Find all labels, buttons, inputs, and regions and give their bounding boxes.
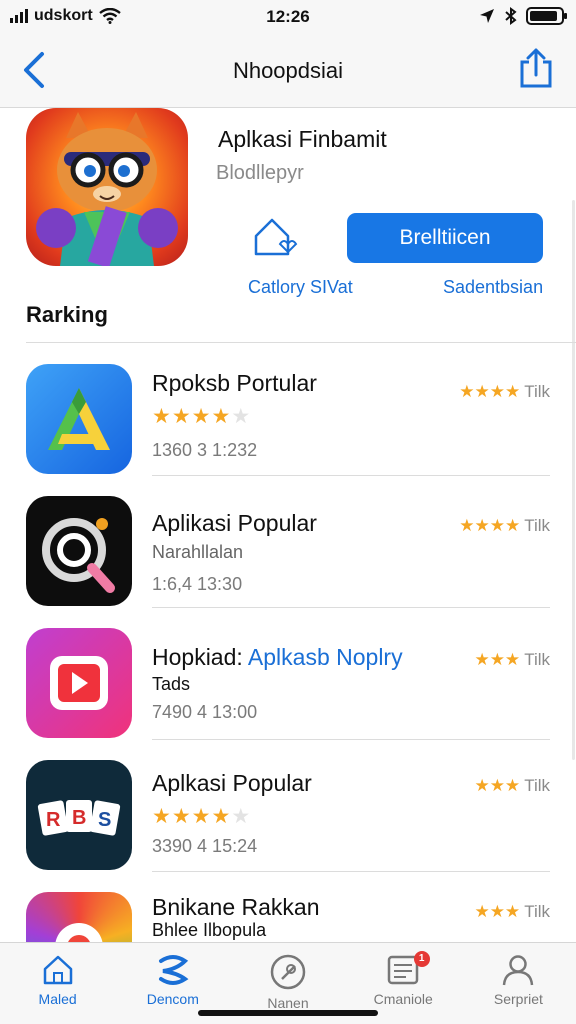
magnifier-icon [42,518,115,593]
home-indicator [198,1010,378,1016]
app-meta: 1360 3 1:232 [152,440,258,460]
app-icon-cards: R B S [26,760,132,870]
rating-text: Tilk [524,516,550,535]
app-icon-search [26,496,132,606]
app-name: Aplikasi Popular [152,510,317,536]
app-subtitle: Bhlee Ilbopula [152,920,267,940]
tab-account[interactable]: Serpriet [461,943,576,1024]
page-title: Nhoopdsiai [232,58,344,83]
rating-text: Tilk [524,902,550,921]
rating-text: Tilk [524,650,550,669]
list-item[interactable]: Aplikasi Popular Narahllalan 1:6,4 13:30… [0,476,576,608]
app-meta: 1:6,4 13:30 [152,574,243,594]
app-name-part1: Hopkiad: [152,644,243,670]
bluetooth-icon [505,7,517,25]
section-title: Rarking [26,302,108,327]
rating-summary: ★★★★ Tilk [459,516,550,536]
status-right [478,7,567,25]
cat-hero-icon [36,112,178,266]
svg-text:R: R [46,809,61,831]
rating-stars-small: ★★★ [474,776,521,795]
rating-text: Tilk [524,776,550,795]
app-meta: 3390 4 15:24 [152,836,258,856]
app-name: Hopkiad: Aplkasb Noplry [152,644,403,671]
svg-text:S: S [98,809,111,831]
rating-summary: ★★★ Tilk [474,776,550,796]
battery-icon [526,7,567,25]
rating-summary: ★★★ Tilk [474,650,550,670]
secondary-link[interactable]: Sadentbsian [443,277,543,298]
search-icon [270,954,306,990]
location-icon [480,9,494,23]
list-item[interactable]: R B S Aplkasi Popular ★★★★★ 3390 4 15:24… [0,740,576,872]
tab-home[interactable]: Maled [0,943,115,1024]
rating-summary: ★★★★ Tilk [459,382,550,402]
app-name: Aplkasi Popular [152,770,312,796]
app-icon-a [26,364,132,474]
house-heart-icon [254,218,298,256]
tab-label: Cmaniole [373,991,433,1007]
share-button[interactable] [518,48,554,88]
discover-icon [158,955,189,985]
navigation-bar: Nhoopdsiai [0,36,576,108]
account-icon [503,955,534,986]
featured-app-icon[interactable] [26,108,188,266]
app-meta: 7490 4 13:00 [152,702,258,722]
battery-level [530,11,557,21]
status-bar: udskort 12:26 [0,0,576,36]
rating-stars-small: ★★★ [474,650,521,669]
rating-stars-small: ★★★★ [459,516,521,535]
rating-summary: ★★★ Tilk [474,902,550,922]
tab-label: Serpriet [493,991,543,1007]
rating-stars: ★★★★★ [152,405,252,428]
section-divider [26,342,576,343]
rating-text: Tilk [524,382,550,401]
app-name-part2: Aplkasb Noplry [247,644,403,670]
rating-stars-small: ★★★★ [459,382,521,401]
app-icon-video [26,628,132,738]
app-name: Bnikane Rakkan [152,894,320,920]
featured-app-title: Aplkasi Finbamit [218,126,387,152]
category-button[interactable] [250,214,300,260]
app-subtitle: Tads [152,674,191,694]
play-icon [50,656,108,710]
category-link[interactable]: Catlory SIVat [248,277,353,298]
svg-text:B: B [72,807,86,829]
notification-badge: 1 [413,951,430,967]
rating-stars-small: ★★★ [474,902,521,921]
featured-app-subtitle: Blodllepyr [216,162,304,184]
tab-label: Dencom [146,991,199,1007]
rating-stars: ★★★★★ [152,805,252,828]
app-name: Rpoksb Portular [152,370,317,396]
home-icon [43,955,72,985]
list-item[interactable]: Rpoksb Portular ★★★★★ 1360 3 1:232 ★★★★ … [0,344,576,476]
share-icon [520,48,552,88]
cards-icon: R B S [37,800,121,836]
list-item[interactable]: Hopkiad: Aplkasb Noplry Tads 7490 4 13:0… [0,608,576,740]
letter-a-icon [48,388,110,450]
get-button[interactable]: Brelltiicen [347,213,543,263]
app-subtitle: Narahllalan [152,542,244,562]
tab-label: Nanen [267,995,309,1011]
tab-label: Maled [38,991,77,1007]
